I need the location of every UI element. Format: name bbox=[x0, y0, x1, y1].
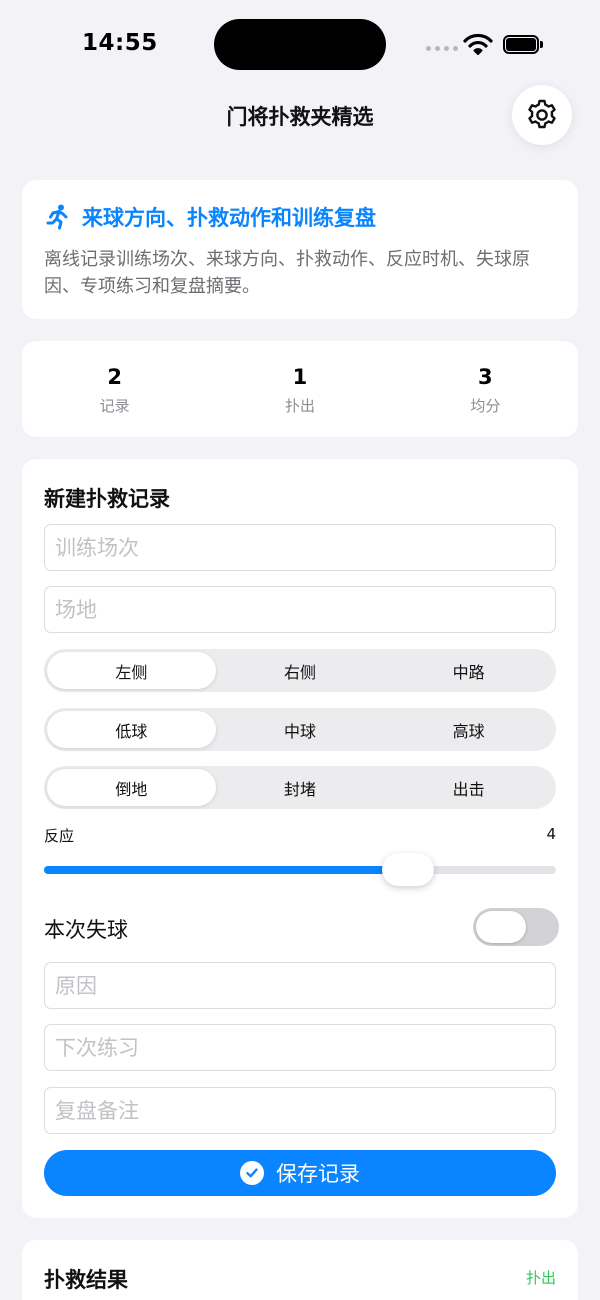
form-title: 新建扑救记录 bbox=[44, 487, 170, 511]
stat-label: 均分 bbox=[470, 397, 501, 415]
venue-input[interactable] bbox=[44, 586, 556, 633]
result-title: 扑救结果 bbox=[44, 1268, 128, 1292]
intro-card: 来球方向、扑救动作和训练复盘 离线记录训练场次、来球方向、扑救动作、反应时机、失… bbox=[22, 180, 578, 319]
stat-value: 1 bbox=[292, 365, 308, 389]
stat-value: 3 bbox=[478, 365, 493, 389]
page-title: 门将扑救夹精选 bbox=[226, 105, 374, 129]
direction-option-right[interactable]: 右侧 bbox=[216, 652, 385, 689]
next-practice-input[interactable] bbox=[44, 1024, 556, 1071]
stat-saves: 1 扑出 bbox=[207, 341, 392, 437]
settings-button[interactable] bbox=[512, 85, 572, 145]
height-option-high[interactable]: 高球 bbox=[384, 711, 553, 748]
status-time: 14:55 bbox=[82, 30, 158, 56]
status-bar: 14:55 bbox=[0, 0, 600, 90]
reaction-slider-thumb[interactable] bbox=[381, 853, 434, 886]
conceded-label: 本次失球 bbox=[44, 918, 128, 942]
reaction-slider-fill bbox=[44, 866, 408, 874]
gear-icon bbox=[528, 99, 556, 129]
result-badge: 扑出 bbox=[525, 1269, 556, 1287]
stat-average: 3 均分 bbox=[393, 341, 578, 437]
dynamic-island bbox=[214, 19, 386, 70]
checkmark-circle-icon bbox=[240, 1161, 264, 1185]
action-option-dive[interactable]: 倒地 bbox=[47, 769, 216, 806]
direction-option-left[interactable]: 左侧 bbox=[47, 652, 216, 689]
action-option-rush[interactable]: 出击 bbox=[384, 769, 553, 806]
direction-segmented-control: 左侧 右侧 中路 bbox=[44, 649, 556, 692]
stats-card: 2 记录 1 扑出 3 均分 bbox=[22, 341, 578, 437]
battery-icon bbox=[503, 35, 543, 54]
reaction-value: 4 bbox=[546, 825, 556, 843]
reaction-label: 反应 bbox=[44, 827, 75, 845]
conceded-toggle[interactable] bbox=[473, 908, 559, 946]
review-notes-input[interactable] bbox=[44, 1087, 556, 1134]
stat-records: 2 记录 bbox=[22, 341, 207, 437]
intro-title: 来球方向、扑救动作和训练复盘 bbox=[82, 206, 376, 230]
action-segmented-control: 倒地 封堵 出击 bbox=[44, 766, 556, 809]
height-option-low[interactable]: 低球 bbox=[47, 711, 216, 748]
stat-label: 记录 bbox=[99, 397, 130, 415]
height-option-mid[interactable]: 中球 bbox=[216, 711, 385, 748]
height-segmented-control: 低球 中球 高球 bbox=[44, 708, 556, 751]
stat-value: 2 bbox=[107, 365, 122, 389]
save-record-button[interactable]: 保存记录 bbox=[44, 1150, 556, 1196]
reaction-slider[interactable] bbox=[44, 853, 556, 886]
result-card: 扑救结果 扑出 bbox=[22, 1240, 578, 1300]
intro-description: 离线记录训练场次、来球方向、扑救动作、反应时机、失球原因、专项练习和复盘摘要。 bbox=[44, 249, 530, 297]
action-option-block[interactable]: 封堵 bbox=[216, 769, 385, 806]
session-input[interactable] bbox=[44, 524, 556, 571]
wifi-icon bbox=[463, 33, 493, 55]
stat-label: 扑出 bbox=[284, 397, 315, 415]
signal-dots-icon bbox=[426, 46, 458, 51]
running-person-icon bbox=[46, 204, 68, 230]
reason-input[interactable] bbox=[44, 962, 556, 1009]
toggle-knob bbox=[476, 911, 526, 943]
new-record-form: 新建扑救记录 左侧 右侧 中路 低球 中球 高球 倒地 封堵 出击 反应 4 本… bbox=[22, 459, 578, 1218]
direction-option-center[interactable]: 中路 bbox=[384, 652, 553, 689]
save-record-label: 保存记录 bbox=[276, 1162, 360, 1186]
